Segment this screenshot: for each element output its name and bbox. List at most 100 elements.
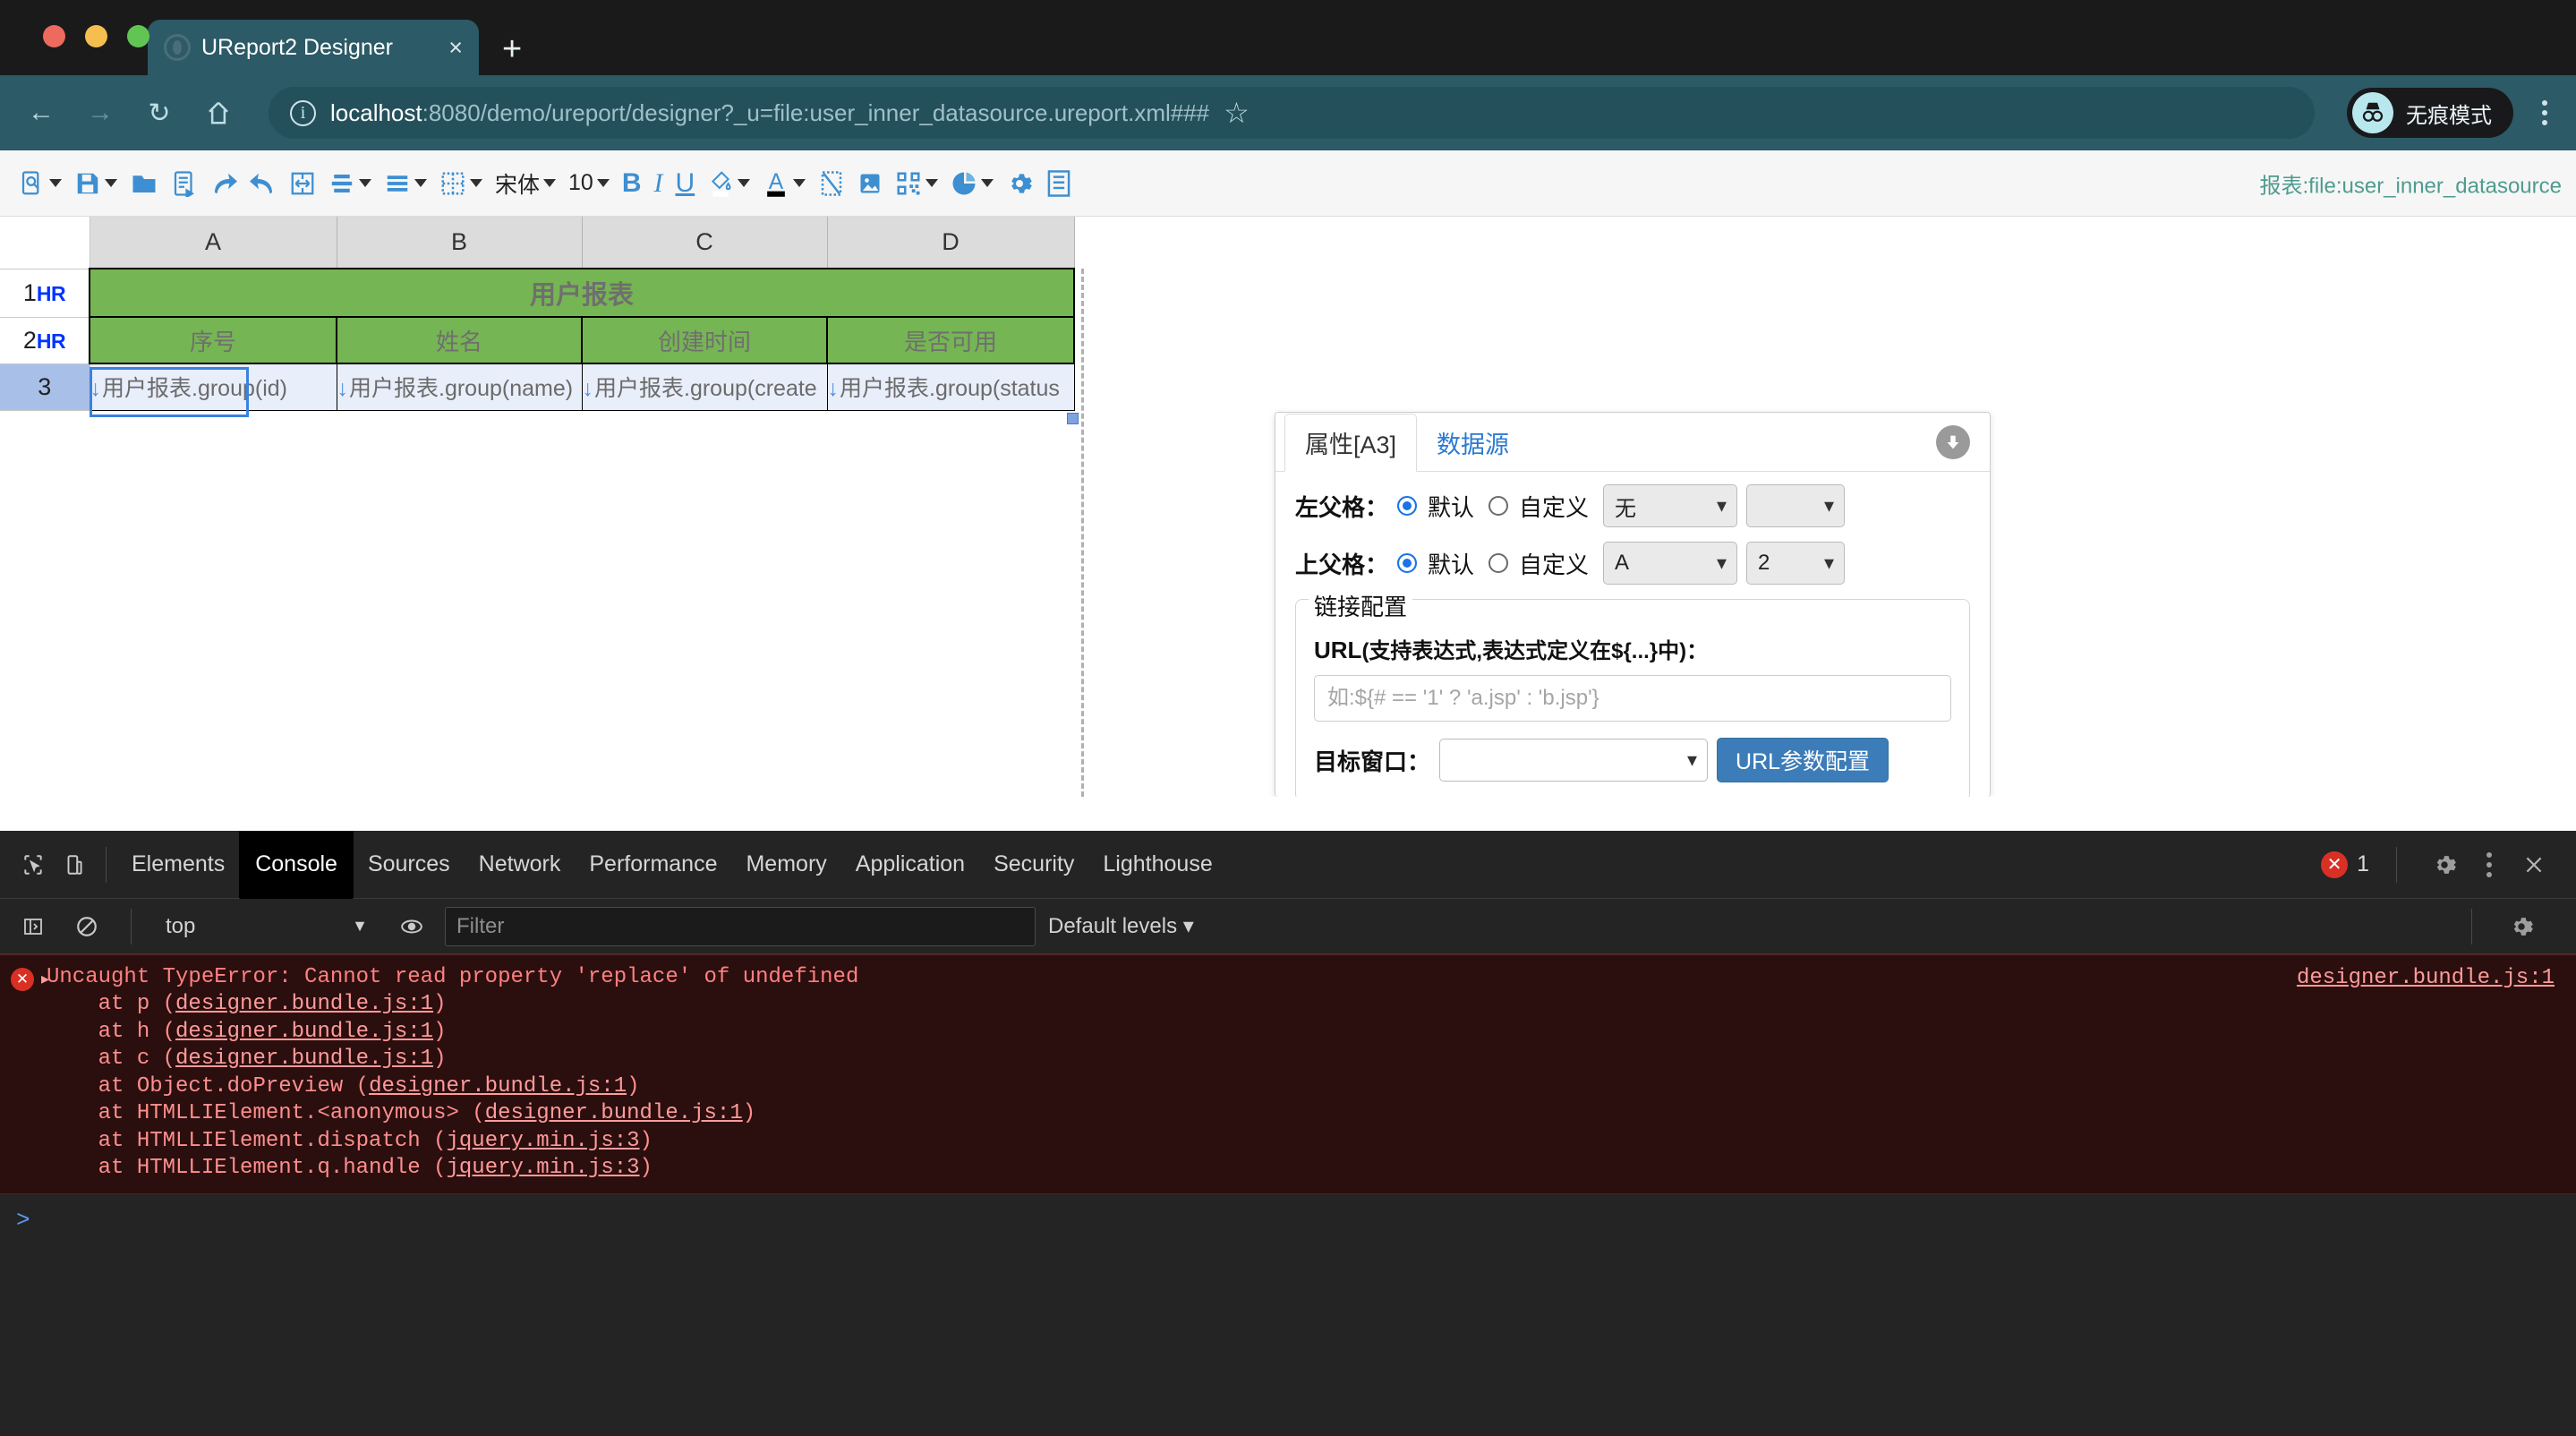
font-color-button[interactable]: A [758,167,810,201]
console-prompt[interactable]: > [0,1194,2576,1234]
site-info-icon[interactable]: i [290,99,316,126]
close-tab-icon[interactable]: × [448,34,463,62]
console-filter-input[interactable]: Filter [445,906,1036,946]
top-parent-default-radio[interactable] [1397,553,1418,573]
stack-frame-link[interactable]: designer.bundle.js:1 [175,1047,433,1071]
tab-security[interactable]: Security [979,842,1088,886]
chevron-down-icon[interactable] [414,179,427,187]
cell-title-a1[interactable]: 用户报表 [89,268,1075,318]
window-controls[interactable] [43,25,149,47]
left-parent-column-select[interactable]: 无 [1603,484,1738,527]
chevron-down-icon[interactable] [49,179,62,187]
row-header-3[interactable]: 3 [0,363,90,411]
reload-icon[interactable]: ↻ [141,95,177,131]
row-header-1[interactable]: 1HR [0,269,90,318]
borders-button[interactable] [435,167,487,200]
toggle-device-toolbar-icon[interactable] [54,844,95,885]
browser-tab[interactable]: UReport2 Designer × [148,20,479,75]
url-input[interactable] [1314,675,1951,722]
devtools-menu-icon[interactable] [2481,847,2497,883]
clear-console-icon[interactable] [66,906,107,947]
chevron-down-icon[interactable] [738,179,751,187]
font-family-select[interactable]: 宋体 [490,165,560,202]
close-window-button[interactable] [43,25,65,47]
bold-button[interactable]: B [618,166,646,201]
save-button[interactable] [70,167,122,200]
stack-frame-link[interactable]: jquery.min.js:3 [446,1156,639,1180]
stack-frame-link[interactable]: jquery.min.js:3 [446,1129,639,1153]
console-settings-gear-icon[interactable] [2501,906,2542,947]
cell-a2[interactable]: 序号 [89,316,337,364]
tab-application[interactable]: Application [841,842,979,886]
row-header-2[interactable]: 2HR [0,317,90,364]
console-sidebar-toggle-icon[interactable] [13,906,54,947]
chevron-down-icon[interactable] [359,179,371,187]
url-params-button[interactable]: URL参数配置 [1717,738,1889,782]
align-center-button[interactable] [324,167,376,200]
error-count-badge[interactable]: ✕ 1 [2321,850,2369,878]
report-spreadsheet[interactable]: A B C D 1HR 用户报表 2HR 序号 姓名 创建时间 是否可用 3 ↓… [0,217,1079,424]
collapse-panel-button[interactable] [1936,425,1970,459]
cell-b3[interactable]: ↓用户报表.group(name) [336,363,583,411]
browser-menu-icon[interactable] [2537,95,2553,131]
back-icon[interactable]: ← [23,95,59,131]
close-devtools-icon[interactable] [2513,844,2555,885]
target-window-select[interactable] [1439,739,1709,782]
console-error-entry[interactable]: ✕ ▸ designer.bundle.js:1 Uncaught TypeEr… [0,954,2576,1194]
home-icon[interactable] [200,95,236,131]
merge-cells-button[interactable] [285,167,320,200]
insert-barcode-button[interactable] [891,167,943,200]
execution-context-select[interactable]: top ▼ [155,907,379,946]
stack-frame-link[interactable]: designer.bundle.js:1 [485,1101,743,1125]
cell-c2[interactable]: 创建时间 [581,316,828,364]
chevron-down-icon[interactable] [596,179,610,187]
cell-d3[interactable]: ↓用户报表.group(status [826,363,1075,411]
column-header-d[interactable]: D [827,217,1075,269]
tab-elements[interactable]: Elements [117,842,239,886]
selection-fill-handle[interactable] [1067,413,1079,424]
chevron-down-icon[interactable] [470,179,482,187]
stack-frame-link[interactable]: designer.bundle.js:1 [369,1074,627,1098]
expand-arrow-icon[interactable]: ▸ [41,970,49,988]
address-bar[interactable]: i localhost:8080/demo/ureport/designer?_… [269,87,2315,139]
stack-frame-link[interactable]: designer.bundle.js:1 [175,1020,433,1044]
minimize-window-button[interactable] [85,25,107,47]
left-parent-custom-radio[interactable] [1488,496,1509,516]
tab-sources[interactable]: Sources [354,842,465,886]
top-parent-custom-radio[interactable] [1488,553,1509,573]
chevron-down-icon[interactable] [925,179,939,187]
italic-button[interactable]: I [650,166,668,201]
vertical-align-button[interactable] [380,167,431,200]
live-expression-icon[interactable] [391,906,432,947]
log-levels-select[interactable]: Default levels ▾ [1048,913,1194,939]
cell-c3[interactable]: ↓用户报表.group(create [581,363,828,411]
open-button[interactable] [125,167,163,200]
fill-color-button[interactable] [703,167,755,201]
top-parent-column-select[interactable]: A [1603,542,1738,585]
stack-frame-link[interactable]: designer.bundle.js:1 [175,992,433,1016]
tab-console[interactable]: Console [239,830,354,899]
column-header-c[interactable]: C [582,217,828,269]
insert-image-button[interactable] [853,167,887,200]
redo-button[interactable] [206,167,242,200]
console-error-source-link[interactable]: designer.bundle.js:1 [2297,966,2555,990]
column-header-a[interactable]: A [90,217,337,269]
devtools-settings-gear-icon[interactable] [2424,844,2465,885]
font-size-select[interactable]: 10 [564,167,614,199]
top-parent-row-select[interactable]: 2 [1746,542,1846,585]
underline-button[interactable]: U [671,166,700,201]
left-parent-row-select[interactable] [1746,484,1846,527]
column-header-b[interactable]: B [337,217,583,269]
forward-icon[interactable]: → [82,95,118,131]
tab-lighthouse[interactable]: Lighthouse [1088,842,1226,886]
chevron-down-icon[interactable] [105,179,117,187]
select-all-corner[interactable] [0,217,90,269]
maximize-window-button[interactable] [127,25,149,47]
tab-datasource[interactable]: 数据源 [1417,415,1529,471]
inspect-element-icon[interactable] [13,844,54,885]
settings-button[interactable] [1002,167,1037,200]
clear-format-button[interactable] [814,167,849,200]
undo-button[interactable] [245,167,281,200]
cell-b2[interactable]: 姓名 [336,316,583,364]
left-parent-default-radio[interactable] [1397,496,1418,516]
